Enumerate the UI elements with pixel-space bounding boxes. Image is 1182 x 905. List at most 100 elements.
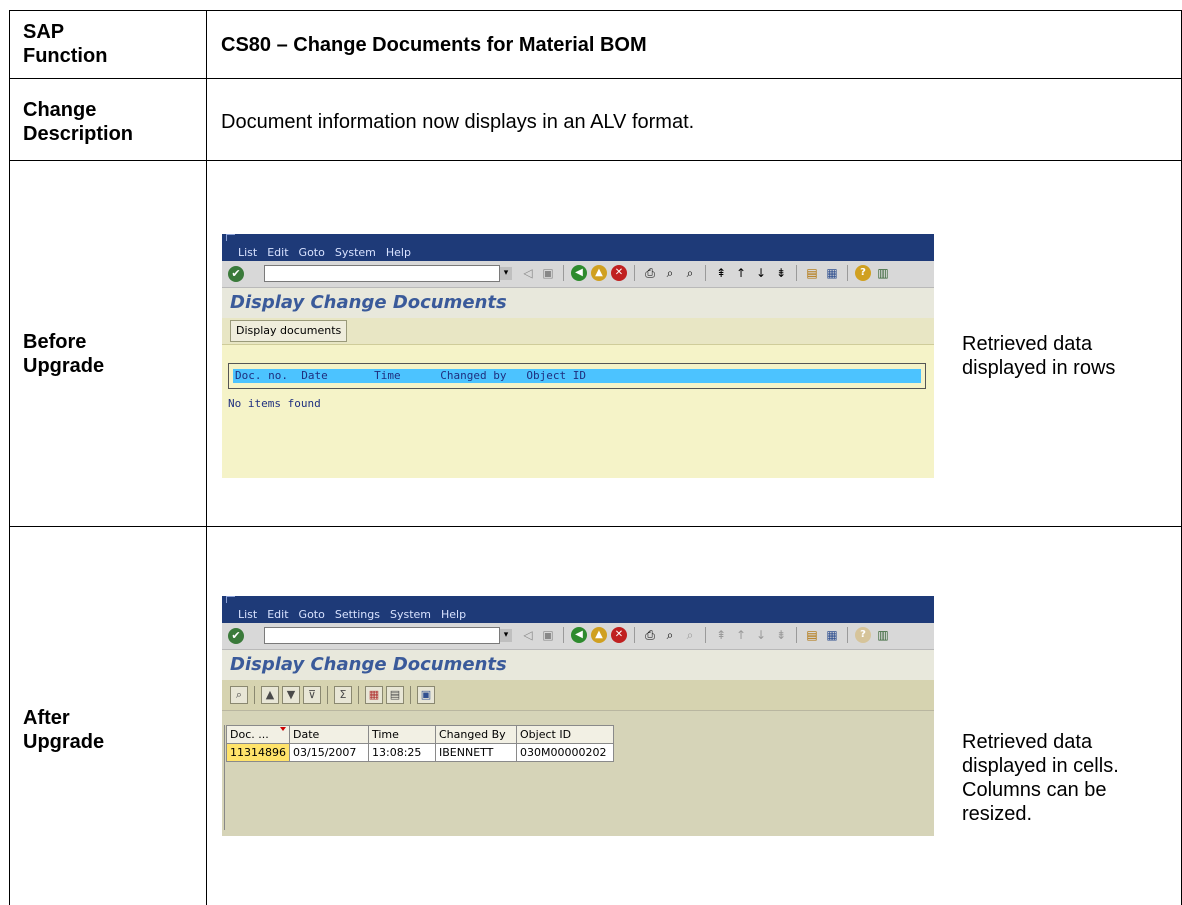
command-field[interactable] [264, 627, 503, 648]
row-label-after-upgrade: After Upgrade [23, 707, 105, 753]
last-page-icon[interactable]: ⇟ [773, 265, 789, 281]
screen-title: Display Change Documents [230, 654, 507, 675]
exit-icon[interactable]: ▲ [591, 627, 607, 643]
menu-help[interactable]: Help [441, 606, 466, 623]
no-items-message: No items found [228, 397, 321, 410]
menu-system[interactable]: System [390, 606, 431, 623]
alv-grid: Doc. ... Date Time Changed By Object ID … [226, 725, 614, 762]
back-icon[interactable]: ◀ [571, 627, 587, 643]
menu-help[interactable]: Help [386, 244, 411, 261]
change-layout-icon[interactable]: ▦ [365, 686, 383, 704]
row-label-change-description: Change Description [23, 99, 134, 145]
print-icon[interactable]: ⎙ [642, 265, 658, 281]
cancel-icon[interactable]: ✕ [611, 627, 627, 643]
new-session-icon[interactable]: ▤ [804, 265, 820, 281]
filter-icon[interactable]: ⊽ [303, 686, 321, 704]
command-field[interactable] [264, 265, 503, 286]
print-icon[interactable]: ⎙ [642, 627, 658, 643]
application-toolbar: Display documents [222, 318, 934, 345]
help-icon[interactable]: ? [855, 265, 871, 281]
before-sap-screenshot: List Edit Goto System Help ✔ ▾ ◁ ▣ ◀ ▲ ✕… [222, 234, 934, 478]
cell-changed-by[interactable]: IBENNETT [435, 743, 517, 762]
new-session-icon[interactable]: ▤ [804, 627, 820, 643]
sort-ascending-icon[interactable]: ▲ [261, 686, 279, 704]
back-arrow-icon[interactable]: ◁ [520, 265, 536, 281]
table-border-top [9, 10, 1182, 11]
back-icon[interactable]: ◀ [571, 265, 587, 281]
select-layout-icon[interactable]: ▤ [386, 686, 404, 704]
list-area: Doc. no. Date Time Changed by Object ID … [222, 345, 934, 478]
first-page-icon[interactable]: ⇞ [713, 627, 729, 643]
row-label-sap-function: SAP Function [23, 21, 108, 67]
details-icon[interactable]: ⌕ [230, 686, 248, 704]
command-input[interactable] [265, 632, 503, 648]
find-next-icon[interactable]: ⌕ [682, 627, 698, 643]
exit-icon[interactable]: ▲ [591, 265, 607, 281]
sap-standard-toolbar: ✔ ▾ ◁ ▣ ◀ ▲ ✕ ⎙ ⌕ ⌕ ⇞ ↑ ↓ ⇟ ▤ ▦ ? ▥ [222, 261, 934, 288]
sap-menu-bar: List Edit Goto System Help [222, 244, 411, 261]
next-page-icon[interactable]: ↓ [753, 627, 769, 643]
menu-edit[interactable]: Edit [267, 244, 288, 261]
column-header-time[interactable]: Time [368, 725, 436, 744]
command-history-icon[interactable]: ▾ [500, 267, 512, 280]
list-header: Doc. no. Date Time Changed by Object ID [233, 369, 921, 383]
sap-title-bar: List Edit Goto Settings System Help [222, 596, 934, 623]
table-border-left [9, 10, 10, 905]
next-page-icon[interactable]: ↓ [753, 265, 769, 281]
column-header-date[interactable]: Date [289, 725, 369, 744]
cancel-icon[interactable]: ✕ [611, 265, 627, 281]
row-label-before-upgrade: Before Upgrade [23, 331, 105, 377]
find-icon[interactable]: ⌕ [662, 265, 678, 281]
cell-time[interactable]: 13:08:25 [368, 743, 436, 762]
screen-title: Display Change Documents [230, 292, 507, 313]
shortcut-icon[interactable]: ▦ [824, 627, 840, 643]
sap-menu-bar: List Edit Goto Settings System Help [222, 606, 466, 623]
column-divider [206, 10, 207, 905]
sum-icon[interactable]: Σ [334, 686, 352, 704]
menu-goto[interactable]: Goto [299, 244, 325, 261]
menu-system[interactable]: System [335, 244, 376, 261]
screen-title-bar: Display Change Documents [222, 288, 934, 318]
row-divider-1 [9, 78, 1182, 79]
table-header-row: Doc. ... Date Time Changed By Object ID [226, 725, 614, 744]
enter-check-icon[interactable]: ✔ [228, 266, 244, 282]
help-icon[interactable]: ? [855, 627, 871, 643]
cell-object-id[interactable]: 030M00000202 [516, 743, 614, 762]
screen-title-bar: Display Change Documents [222, 650, 934, 680]
first-page-icon[interactable]: ⇞ [713, 265, 729, 281]
display-documents-button[interactable]: Display documents [230, 320, 348, 342]
command-history-icon[interactable]: ▾ [500, 629, 512, 642]
cell-date[interactable]: 03/15/2007 [289, 743, 369, 762]
save-icon[interactable]: ▣ [540, 265, 556, 281]
export-icon[interactable]: ▣ [417, 686, 435, 704]
menu-list[interactable]: List [238, 244, 257, 261]
menu-edit[interactable]: Edit [267, 606, 288, 623]
table-row[interactable]: 11314896 03/15/2007 13:08:25 IBENNETT 03… [226, 743, 614, 762]
prev-page-icon[interactable]: ↑ [733, 265, 749, 281]
menu-settings[interactable]: Settings [335, 606, 380, 623]
shortcut-icon[interactable]: ▦ [824, 265, 840, 281]
find-next-icon[interactable]: ⌕ [682, 265, 698, 281]
save-icon[interactable]: ▣ [540, 627, 556, 643]
alv-grid-area: Doc. ... Date Time Changed By Object ID … [222, 711, 934, 836]
menu-goto[interactable]: Goto [299, 606, 325, 623]
sap-title-bar: List Edit Goto System Help [222, 234, 934, 261]
last-page-icon[interactable]: ⇟ [773, 627, 789, 643]
list-header-frame: Doc. no. Date Time Changed by Object ID [228, 363, 926, 389]
cell-doc-no[interactable]: 11314896 [226, 743, 290, 762]
back-arrow-icon[interactable]: ◁ [520, 627, 536, 643]
menu-list[interactable]: List [238, 606, 257, 623]
before-note: Retrieved data displayed in rows [962, 333, 1116, 379]
sort-descending-icon[interactable]: ▼ [282, 686, 300, 704]
column-header-object-id[interactable]: Object ID [516, 725, 614, 744]
after-note: Retrieved data displayed in cells. Colum… [962, 731, 1119, 825]
column-header-doc-no[interactable]: Doc. ... [226, 725, 290, 744]
layout-icon[interactable]: ▥ [875, 627, 891, 643]
column-header-changed-by[interactable]: Changed By [435, 725, 517, 744]
find-icon[interactable]: ⌕ [662, 627, 678, 643]
command-input[interactable] [265, 270, 503, 286]
sap-function-value: CS80 – Change Documents for Material BOM [221, 34, 647, 56]
layout-icon[interactable]: ▥ [875, 265, 891, 281]
enter-check-icon[interactable]: ✔ [228, 628, 244, 644]
prev-page-icon[interactable]: ↑ [733, 627, 749, 643]
